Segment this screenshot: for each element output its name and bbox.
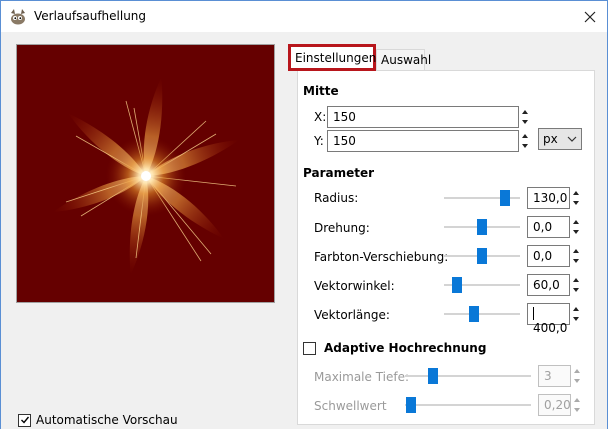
schwellwert-spinner[interactable] — [572, 394, 582, 416]
spin-down-icon — [573, 230, 579, 234]
radius-spinner[interactable] — [571, 187, 581, 209]
drehung-label: Drehung: — [314, 221, 370, 235]
slider-thumb[interactable] — [451, 277, 462, 293]
vektorlaenge-slider[interactable] — [444, 303, 520, 325]
adaptive-checkbox[interactable] — [303, 341, 316, 355]
preview-area[interactable] — [16, 44, 275, 303]
chevron-down-icon — [567, 136, 577, 142]
slider-thumb[interactable] — [499, 190, 510, 206]
schwellwert-input[interactable]: 0,20 — [538, 394, 571, 416]
tab-einstellungen-label: Einstellungen — [295, 51, 377, 65]
max-tiefe-spinner[interactable] — [572, 365, 582, 387]
tab-einstellungen[interactable]: Einstellungen — [288, 44, 376, 71]
spin-down-icon — [522, 120, 528, 124]
vektorlaenge-value: 400,0 — [533, 321, 568, 335]
vektorwinkel-spinner[interactable] — [571, 274, 581, 296]
spin-up-icon — [522, 110, 528, 114]
x-label: X: — [314, 110, 327, 124]
spin-down-icon — [573, 259, 579, 263]
radius-input[interactable]: 130,0 — [527, 187, 570, 209]
vektorlaenge-label: Vektorlänge: — [314, 308, 390, 322]
schwellwert-slider[interactable] — [405, 394, 531, 416]
vektorwinkel-label: Vektorwinkel: — [314, 279, 395, 293]
vektorlaenge-input[interactable]: 400,0 — [527, 303, 570, 335]
spin-down-icon — [573, 201, 579, 205]
auto-preview-toggle[interactable]: Automatische Vorschau — [18, 412, 178, 428]
spin-up-icon — [522, 134, 528, 138]
auto-preview-label: Automatische Vorschau — [36, 413, 178, 427]
slider-track — [444, 313, 520, 315]
spin-up-icon — [574, 369, 580, 373]
adaptive-label: Adaptive Hochrechnung — [324, 341, 487, 355]
spin-down-icon — [522, 144, 528, 148]
spin-down-icon — [573, 317, 579, 321]
slider-thumb[interactable] — [477, 219, 487, 235]
radius-label: Radius: — [314, 191, 359, 205]
slider-thumb[interactable] — [477, 248, 487, 264]
window-title: Verlaufsaufhellung — [34, 9, 147, 23]
check-icon — [20, 416, 29, 424]
vektorwinkel-slider[interactable] — [444, 274, 520, 296]
section-parameter-title: Parameter — [303, 166, 375, 180]
gimp-app-icon — [11, 9, 25, 25]
spin-down-icon — [573, 288, 579, 292]
farbton-spinner[interactable] — [571, 245, 581, 267]
y-spinner[interactable] — [520, 130, 530, 152]
text-cursor — [533, 307, 534, 320]
spin-down-icon — [574, 379, 580, 383]
spin-up-icon — [573, 307, 579, 311]
spin-up-icon — [573, 220, 579, 224]
spin-up-icon — [573, 249, 579, 253]
unit-select-value: px — [543, 132, 558, 146]
spin-up-icon — [573, 191, 579, 195]
dialog-window: Verlaufsaufhellung Automatische Vorschau… — [0, 0, 608, 429]
preview-image — [17, 45, 274, 302]
spin-up-icon — [574, 398, 580, 402]
vektorlaenge-spinner[interactable] — [571, 303, 581, 325]
title-bar: Verlaufsaufhellung — [1, 1, 607, 32]
close-button[interactable] — [573, 1, 607, 32]
tab-auswahl-label: Auswahl — [381, 53, 432, 67]
y-input[interactable]: 150 — [327, 130, 519, 152]
auto-preview-checkbox[interactable] — [18, 413, 31, 427]
x-input[interactable]: 150 — [327, 106, 519, 128]
spin-down-icon — [574, 408, 580, 412]
slider-thumb[interactable] — [469, 306, 480, 322]
slider-thumb[interactable] — [406, 397, 417, 413]
farbton-slider[interactable] — [444, 245, 520, 267]
tab-auswahl[interactable]: Auswahl — [376, 49, 431, 70]
schwellwert-label: Schwellwert — [314, 399, 387, 413]
drehung-input[interactable]: 0,0 — [527, 216, 570, 238]
x-spinner[interactable] — [520, 106, 530, 128]
max-tiefe-input[interactable]: 3 — [538, 365, 571, 387]
farbton-input[interactable]: 0,0 — [527, 245, 570, 267]
max-tiefe-slider[interactable] — [405, 365, 531, 387]
slider-thumb[interactable] — [427, 368, 438, 384]
adaptive-toggle[interactable]: Adaptive Hochrechnung — [303, 341, 486, 355]
unit-select[interactable]: px — [538, 128, 582, 150]
drehung-slider[interactable] — [444, 216, 520, 238]
farbton-label: Farbton-Verschiebung: — [314, 250, 449, 264]
section-mitte-title: Mitte — [303, 84, 339, 98]
drehung-spinner[interactable] — [571, 216, 581, 238]
slider-track — [405, 375, 531, 377]
y-label: Y: — [314, 134, 324, 148]
max-tiefe-label: Maximale Tiefe: — [314, 370, 410, 384]
close-icon — [584, 11, 596, 22]
slider-track — [405, 404, 531, 406]
radius-slider[interactable] — [444, 187, 520, 209]
vektorwinkel-input[interactable]: 60,0 — [527, 274, 570, 296]
spin-up-icon — [573, 278, 579, 282]
